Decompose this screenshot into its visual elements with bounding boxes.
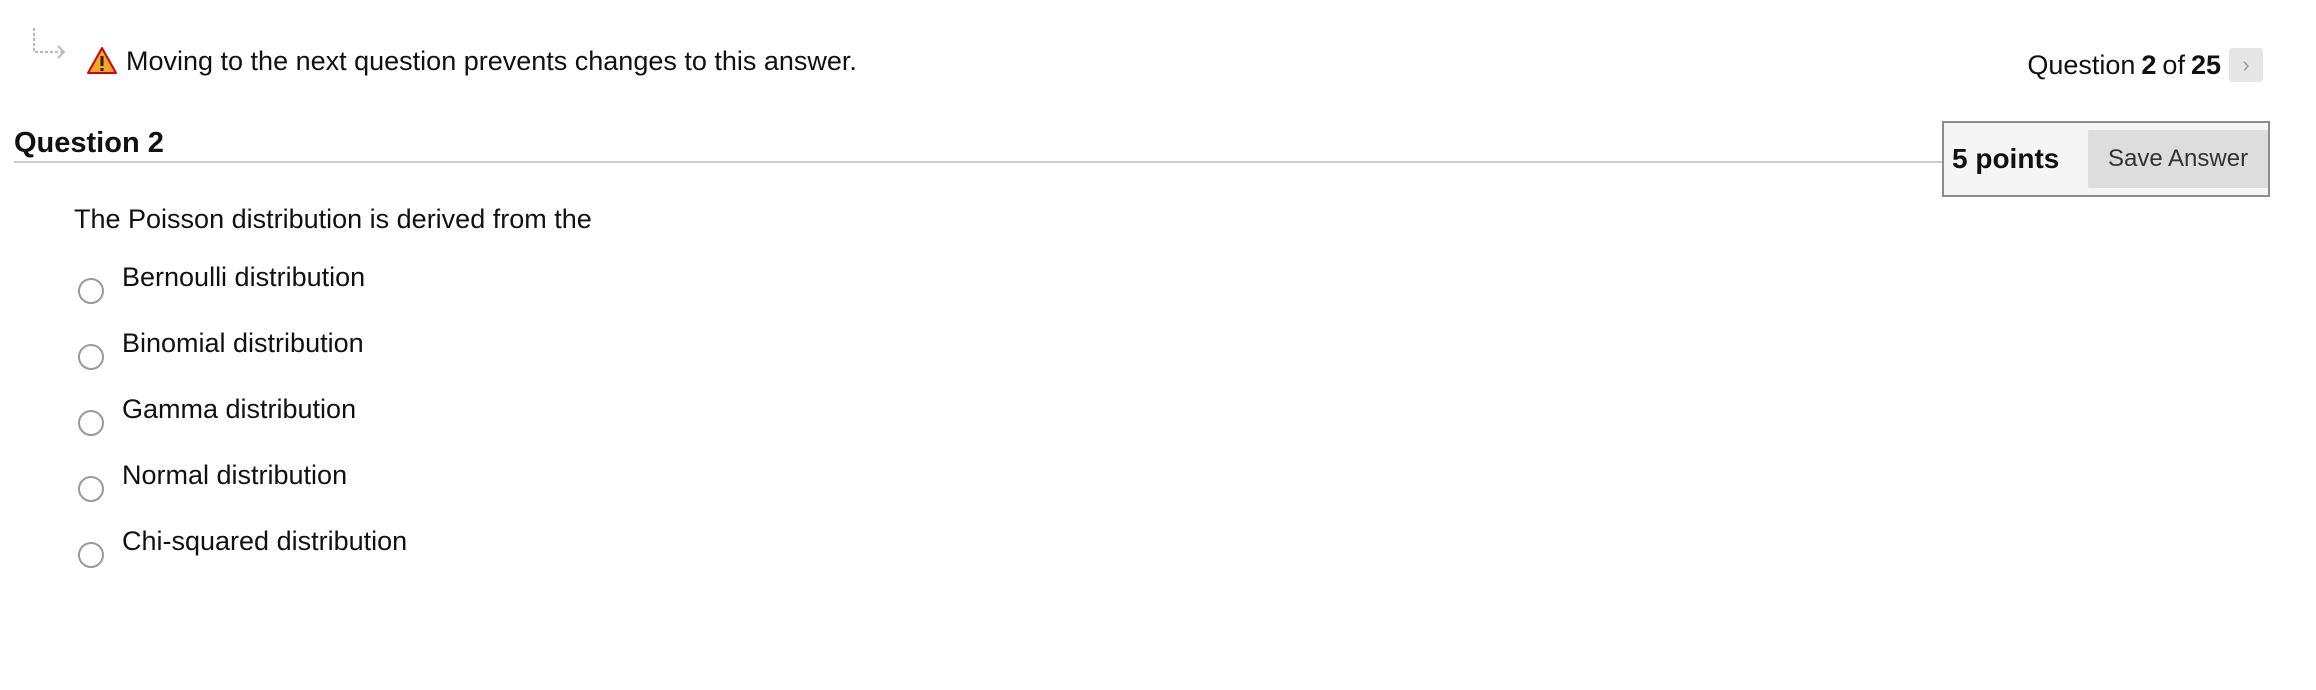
chevron-right-icon: › — [2242, 52, 2250, 77]
question-title: Question 2 — [14, 127, 164, 159]
warning-icon — [87, 47, 117, 74]
counter-total: 25 — [2190, 49, 2221, 80]
radio-button[interactable] — [78, 278, 104, 304]
radio-button[interactable] — [78, 542, 104, 568]
radio-button[interactable] — [78, 476, 104, 502]
next-question-button[interactable]: › — [2229, 48, 2263, 82]
assessment-page: Moving to the next question prevents cha… — [0, 0, 2316, 690]
radio-button[interactable] — [78, 410, 104, 436]
counter-prefix: Question — [2027, 49, 2136, 80]
points-panel: 5 points Save Answer — [1942, 121, 2270, 197]
option-label[interactable]: Chi-squared distribution — [122, 522, 407, 560]
radio-button[interactable] — [78, 344, 104, 370]
option-label[interactable]: Binomial distribution — [122, 324, 364, 362]
option-label[interactable]: Normal distribution — [122, 456, 347, 494]
question-counter: Question 2 of 25 › — [2027, 46, 2263, 84]
option-label[interactable]: Bernoulli distribution — [122, 258, 365, 296]
option-label[interactable]: Gamma distribution — [122, 390, 356, 428]
nested-arrow-icon — [33, 28, 66, 59]
points-value: 5 points — [1952, 143, 2060, 174]
notice-text: Moving to the next question prevents cha… — [126, 46, 857, 76]
notice-row: Moving to the next question prevents cha… — [86, 42, 857, 80]
question-divider — [14, 161, 1944, 163]
save-answer-button[interactable]: Save Answer — [2088, 130, 2268, 188]
question-prompt: The Poisson distribution is derived from… — [74, 204, 592, 234]
counter-current: 2 — [2141, 49, 2157, 80]
counter-of: of — [2162, 49, 2185, 80]
